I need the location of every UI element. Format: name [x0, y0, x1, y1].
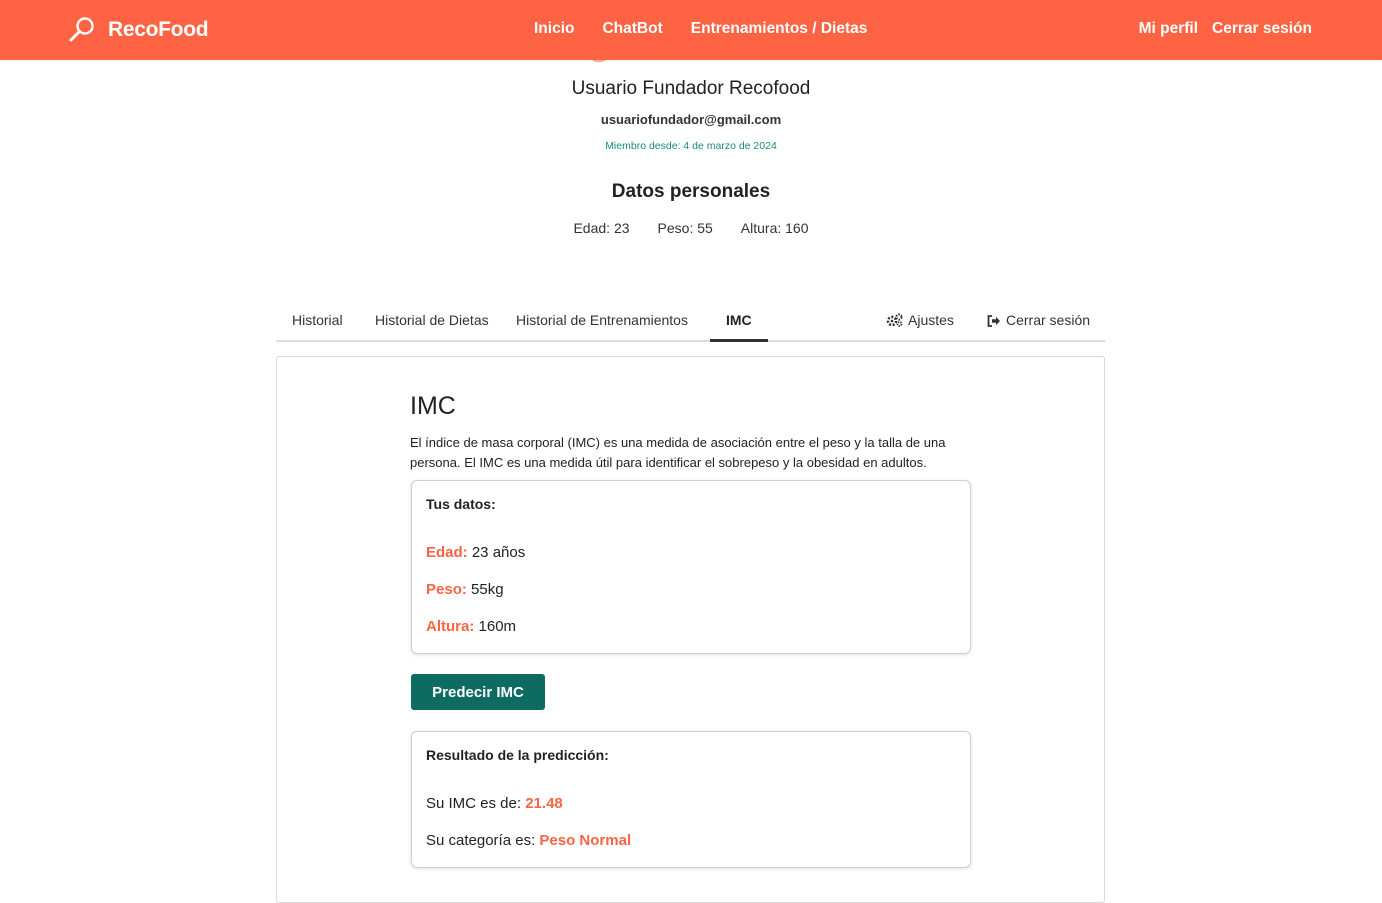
- data-age-row: Edad: 23 años: [426, 544, 525, 561]
- user-data-box: Tus datos: Edad: 23 años Peso: 55kg Altu…: [411, 480, 971, 654]
- main-nav: Inicio ChatBot Entrenamientos / Dietas: [534, 20, 895, 38]
- data-age-label: Edad:: [426, 544, 468, 561]
- profile-tabs: Historial Historial de Dietas Historial …: [276, 300, 1105, 342]
- sign-out-icon: [987, 315, 1000, 327]
- personal-stats: Edad: 23 Peso: 55 Altura: 160: [0, 220, 1382, 236]
- tab-cerrar-sesion[interactable]: Cerrar sesión: [987, 312, 1090, 328]
- data-height-value: 160m: [478, 618, 517, 635]
- result-imc-row: Su IMC es de: 21.48: [426, 795, 563, 812]
- nav-mi-perfil[interactable]: Mi perfil: [1139, 20, 1198, 38]
- search-icon: [69, 17, 94, 42]
- predict-imc-button[interactable]: Predecir IMC: [411, 674, 545, 710]
- tab-cerrar-sesion-label: Cerrar sesión: [1006, 312, 1091, 328]
- user-data-title: Tus datos:: [426, 496, 496, 512]
- top-navbar: RecoFood Inicio ChatBot Entrenamientos /…: [0, 0, 1382, 60]
- data-weight-row: Peso: 55kg: [426, 581, 504, 598]
- data-height-row: Altura: 160m: [426, 618, 516, 635]
- result-imc-label: Su IMC es de:: [426, 795, 522, 812]
- nav-cerrar-sesion[interactable]: Cerrar sesión: [1212, 20, 1312, 38]
- data-weight-label: Peso:: [426, 581, 467, 598]
- nav-chatbot[interactable]: ChatBot: [602, 20, 662, 38]
- prediction-result-box: Resultado de la predicción: Su IMC es de…: [411, 731, 971, 868]
- imc-description: El índice de masa corporal (IMC) es una …: [410, 435, 946, 470]
- stat-age: Edad: 23: [573, 220, 630, 236]
- data-age-value: 23 años: [471, 544, 526, 561]
- tab-historial-entrenamientos[interactable]: Historial de Entrenamientos: [516, 312, 688, 328]
- brand-logo[interactable]: RecoFood: [68, 14, 209, 46]
- data-weight-value: 55kg: [471, 581, 504, 598]
- imc-title: IMC: [410, 392, 456, 420]
- gears-icon: [886, 313, 903, 327]
- result-category-label: Su categoría es:: [426, 832, 536, 849]
- stat-weight: Peso: 55: [657, 220, 713, 236]
- result-category-row: Su categoría es: Peso Normal: [426, 832, 631, 849]
- tab-imc[interactable]: IMC: [726, 312, 752, 328]
- user-nav: Mi perfil Cerrar sesión: [1125, 20, 1312, 38]
- nav-inicio[interactable]: Inicio: [534, 20, 574, 38]
- tab-historial[interactable]: Historial: [292, 312, 343, 328]
- active-tab-indicator: [710, 339, 768, 342]
- tab-ajustes-label: Ajustes: [908, 312, 954, 328]
- tab-ajustes[interactable]: Ajustes: [886, 312, 954, 328]
- member-since: Miembro desde: 4 de marzo de 2024: [605, 140, 777, 152]
- profile-email: usuariofundador@gmail.com: [600, 112, 782, 127]
- profile-name: Usuario Fundador Recofood: [571, 78, 811, 99]
- result-imc-value: 21.48: [525, 795, 563, 812]
- personal-data-title: Datos personales: [611, 181, 771, 202]
- result-category-value: Peso Normal: [539, 832, 632, 849]
- stat-height: Altura: 160: [740, 220, 809, 236]
- result-title: Resultado de la predicción:: [426, 747, 609, 763]
- brand-name: RecoFood: [108, 18, 209, 41]
- nav-entrenamientos-dietas[interactable]: Entrenamientos / Dietas: [691, 20, 868, 38]
- tab-historial-dietas[interactable]: Historial de Dietas: [375, 312, 489, 328]
- data-height-label: Altura:: [426, 618, 475, 635]
